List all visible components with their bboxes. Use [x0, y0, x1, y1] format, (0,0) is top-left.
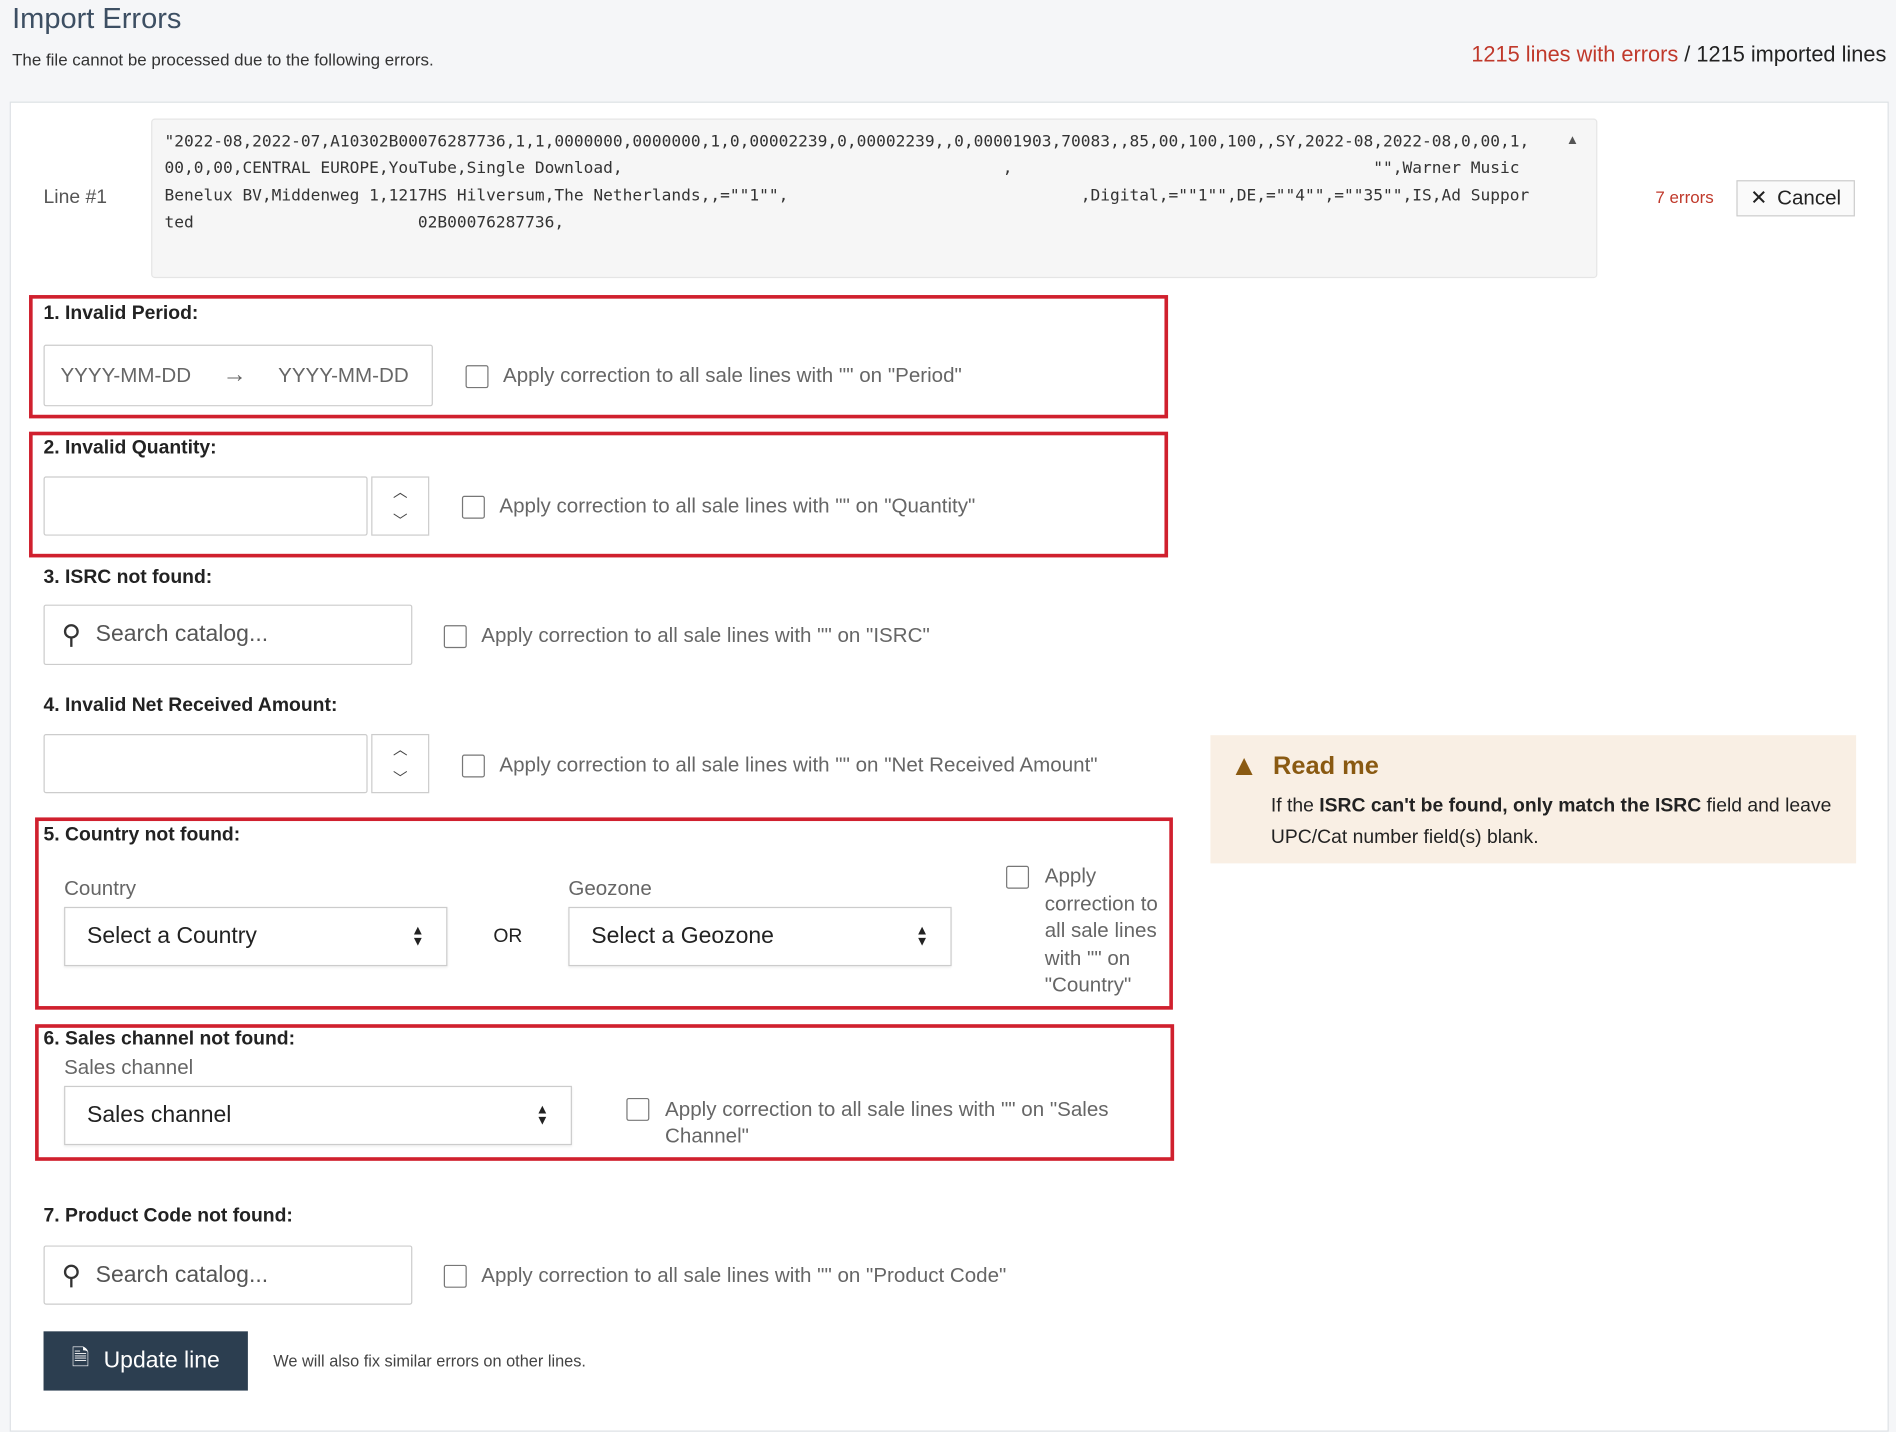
or-separator: OR [493, 926, 523, 947]
page-subtitle: The file cannot be processed due to the … [12, 49, 434, 69]
readme-title: Read me [1273, 752, 1379, 780]
file-check-icon: 🗎 [71, 1345, 90, 1370]
isrc-apply-checkbox[interactable] [443, 625, 467, 649]
error-count: 7 errors [1655, 187, 1714, 207]
period-range-input[interactable]: YYYY-MM-DD → YYYY-MM-DD [43, 344, 433, 407]
readme-text: If the ISRC can't be found, only match t… [1271, 791, 1837, 854]
product-search-input[interactable]: ⚲ Search catalog... [43, 1245, 413, 1305]
readme-text-bold: ISRC can't be found, only match the ISRC [1319, 795, 1702, 817]
chevron-up-icon[interactable]: ︿ [393, 739, 408, 760]
collapse-caret-icon[interactable]: ▲ [1566, 133, 1579, 148]
raw-line-text: "2022-08,2022-07,A10302B00076287736,1,1,… [164, 133, 1530, 233]
period-title: 1. Invalid Period: [43, 303, 199, 325]
country-select-value: Select a Country [87, 923, 257, 949]
readme-callout: ▲ Read me If the ISRC can't be found, on… [1210, 735, 1857, 864]
arrow-right-icon: → [222, 361, 247, 389]
quantity-stepper[interactable]: ︿ ﹀ [371, 476, 430, 536]
quantity-apply-checkbox[interactable] [461, 495, 485, 519]
line-counts: 1215 lines with errors / 1215 imported l… [1471, 42, 1886, 67]
isrc-title: 3. ISRC not found: [43, 567, 213, 588]
chevron-down-icon[interactable]: ﹀ [393, 510, 408, 531]
country-select[interactable]: Select a Country ▲ ▼ [64, 906, 448, 967]
channel-apply-label: Apply correction to all sale lines with … [665, 1097, 1109, 1148]
isrc-apply-label: Apply correction to all sale lines with … [481, 623, 930, 647]
sort-arrows-icon: ▲ ▼ [915, 923, 929, 949]
errors-count: 1215 lines with errors [1471, 42, 1679, 67]
country-apply-label: Apply correction to all sale lines with … [1044, 864, 1158, 997]
sales-channel-value: Sales channel [87, 1102, 232, 1128]
separator: / [1678, 42, 1697, 67]
raw-line-box: "2022-08,2022-07,A10302B00076287736,1,1,… [151, 118, 1598, 279]
product-placeholder: Search catalog... [95, 1261, 269, 1288]
chevron-down-icon[interactable]: ﹀ [393, 768, 408, 789]
search-icon: ⚲ [61, 619, 82, 650]
period-apply-checkbox[interactable] [465, 365, 489, 389]
sort-arrows-icon: ▲ ▼ [411, 923, 425, 949]
quantity-title: 2. Invalid Quantity: [43, 437, 217, 459]
net-apply-label: Apply correction to all sale lines with … [499, 753, 1098, 777]
country-apply-checkbox[interactable] [1006, 865, 1030, 889]
period-apply-label: Apply correction to all sale lines with … [503, 363, 962, 387]
isrc-search-input[interactable]: ⚲ Search catalog... [43, 604, 413, 666]
channel-label: Sales channel [64, 1055, 194, 1079]
cancel-label: Cancel [1777, 186, 1842, 210]
net-amount-input[interactable] [43, 733, 368, 794]
product-apply-checkbox[interactable] [443, 1264, 467, 1288]
geozone-select[interactable]: Select a Geozone ▲ ▼ [568, 906, 952, 967]
country-title: 5. Country not found: [43, 824, 241, 846]
geozone-select-value: Select a Geozone [591, 923, 774, 949]
net-title: 4. Invalid Net Received Amount: [43, 695, 338, 716]
channel-title: 6. Sales channel not found: [43, 1029, 296, 1050]
warning-icon: ▲ [1229, 749, 1259, 783]
sales-channel-select[interactable]: Sales channel ▲ ▼ [64, 1085, 572, 1146]
readme-text-pre: If the [1270, 795, 1320, 817]
product-apply-label: Apply correction to all sale lines with … [481, 1263, 1007, 1287]
period-from[interactable]: YYYY-MM-DD [60, 363, 191, 387]
country-label: Country [64, 876, 137, 900]
chevron-up-icon[interactable]: ︿ [393, 482, 408, 503]
cancel-button[interactable]: ✕ Cancel [1736, 180, 1855, 217]
line-label: Line #1 [43, 187, 108, 208]
net-amount-stepper[interactable]: ︿ ﹀ [371, 733, 430, 794]
import-errors-page: Import Errors The file cannot be process… [0, 0, 1896, 1432]
quantity-apply-label: Apply correction to all sale lines with … [499, 494, 976, 518]
sort-arrows-icon: ▲ ▼ [535, 1102, 549, 1128]
period-to[interactable]: YYYY-MM-DD [278, 363, 409, 387]
channel-apply-checkbox[interactable] [626, 1097, 650, 1121]
net-apply-checkbox[interactable] [461, 754, 485, 778]
close-icon: ✕ [1750, 186, 1768, 210]
product-title: 7. Product Code not found: [43, 1205, 293, 1227]
search-icon: ⚲ [61, 1259, 82, 1290]
isrc-placeholder: Search catalog... [95, 621, 269, 647]
update-line-button[interactable]: 🗎 Update line [43, 1331, 248, 1391]
update-note: We will also fix similar errors on other… [273, 1351, 586, 1371]
imported-count: 1215 imported lines [1696, 42, 1887, 67]
page-title: Import Errors [12, 2, 182, 36]
quantity-input[interactable] [43, 476, 368, 536]
update-line-label: Update line [103, 1347, 220, 1374]
geozone-label: Geozone [568, 876, 652, 900]
